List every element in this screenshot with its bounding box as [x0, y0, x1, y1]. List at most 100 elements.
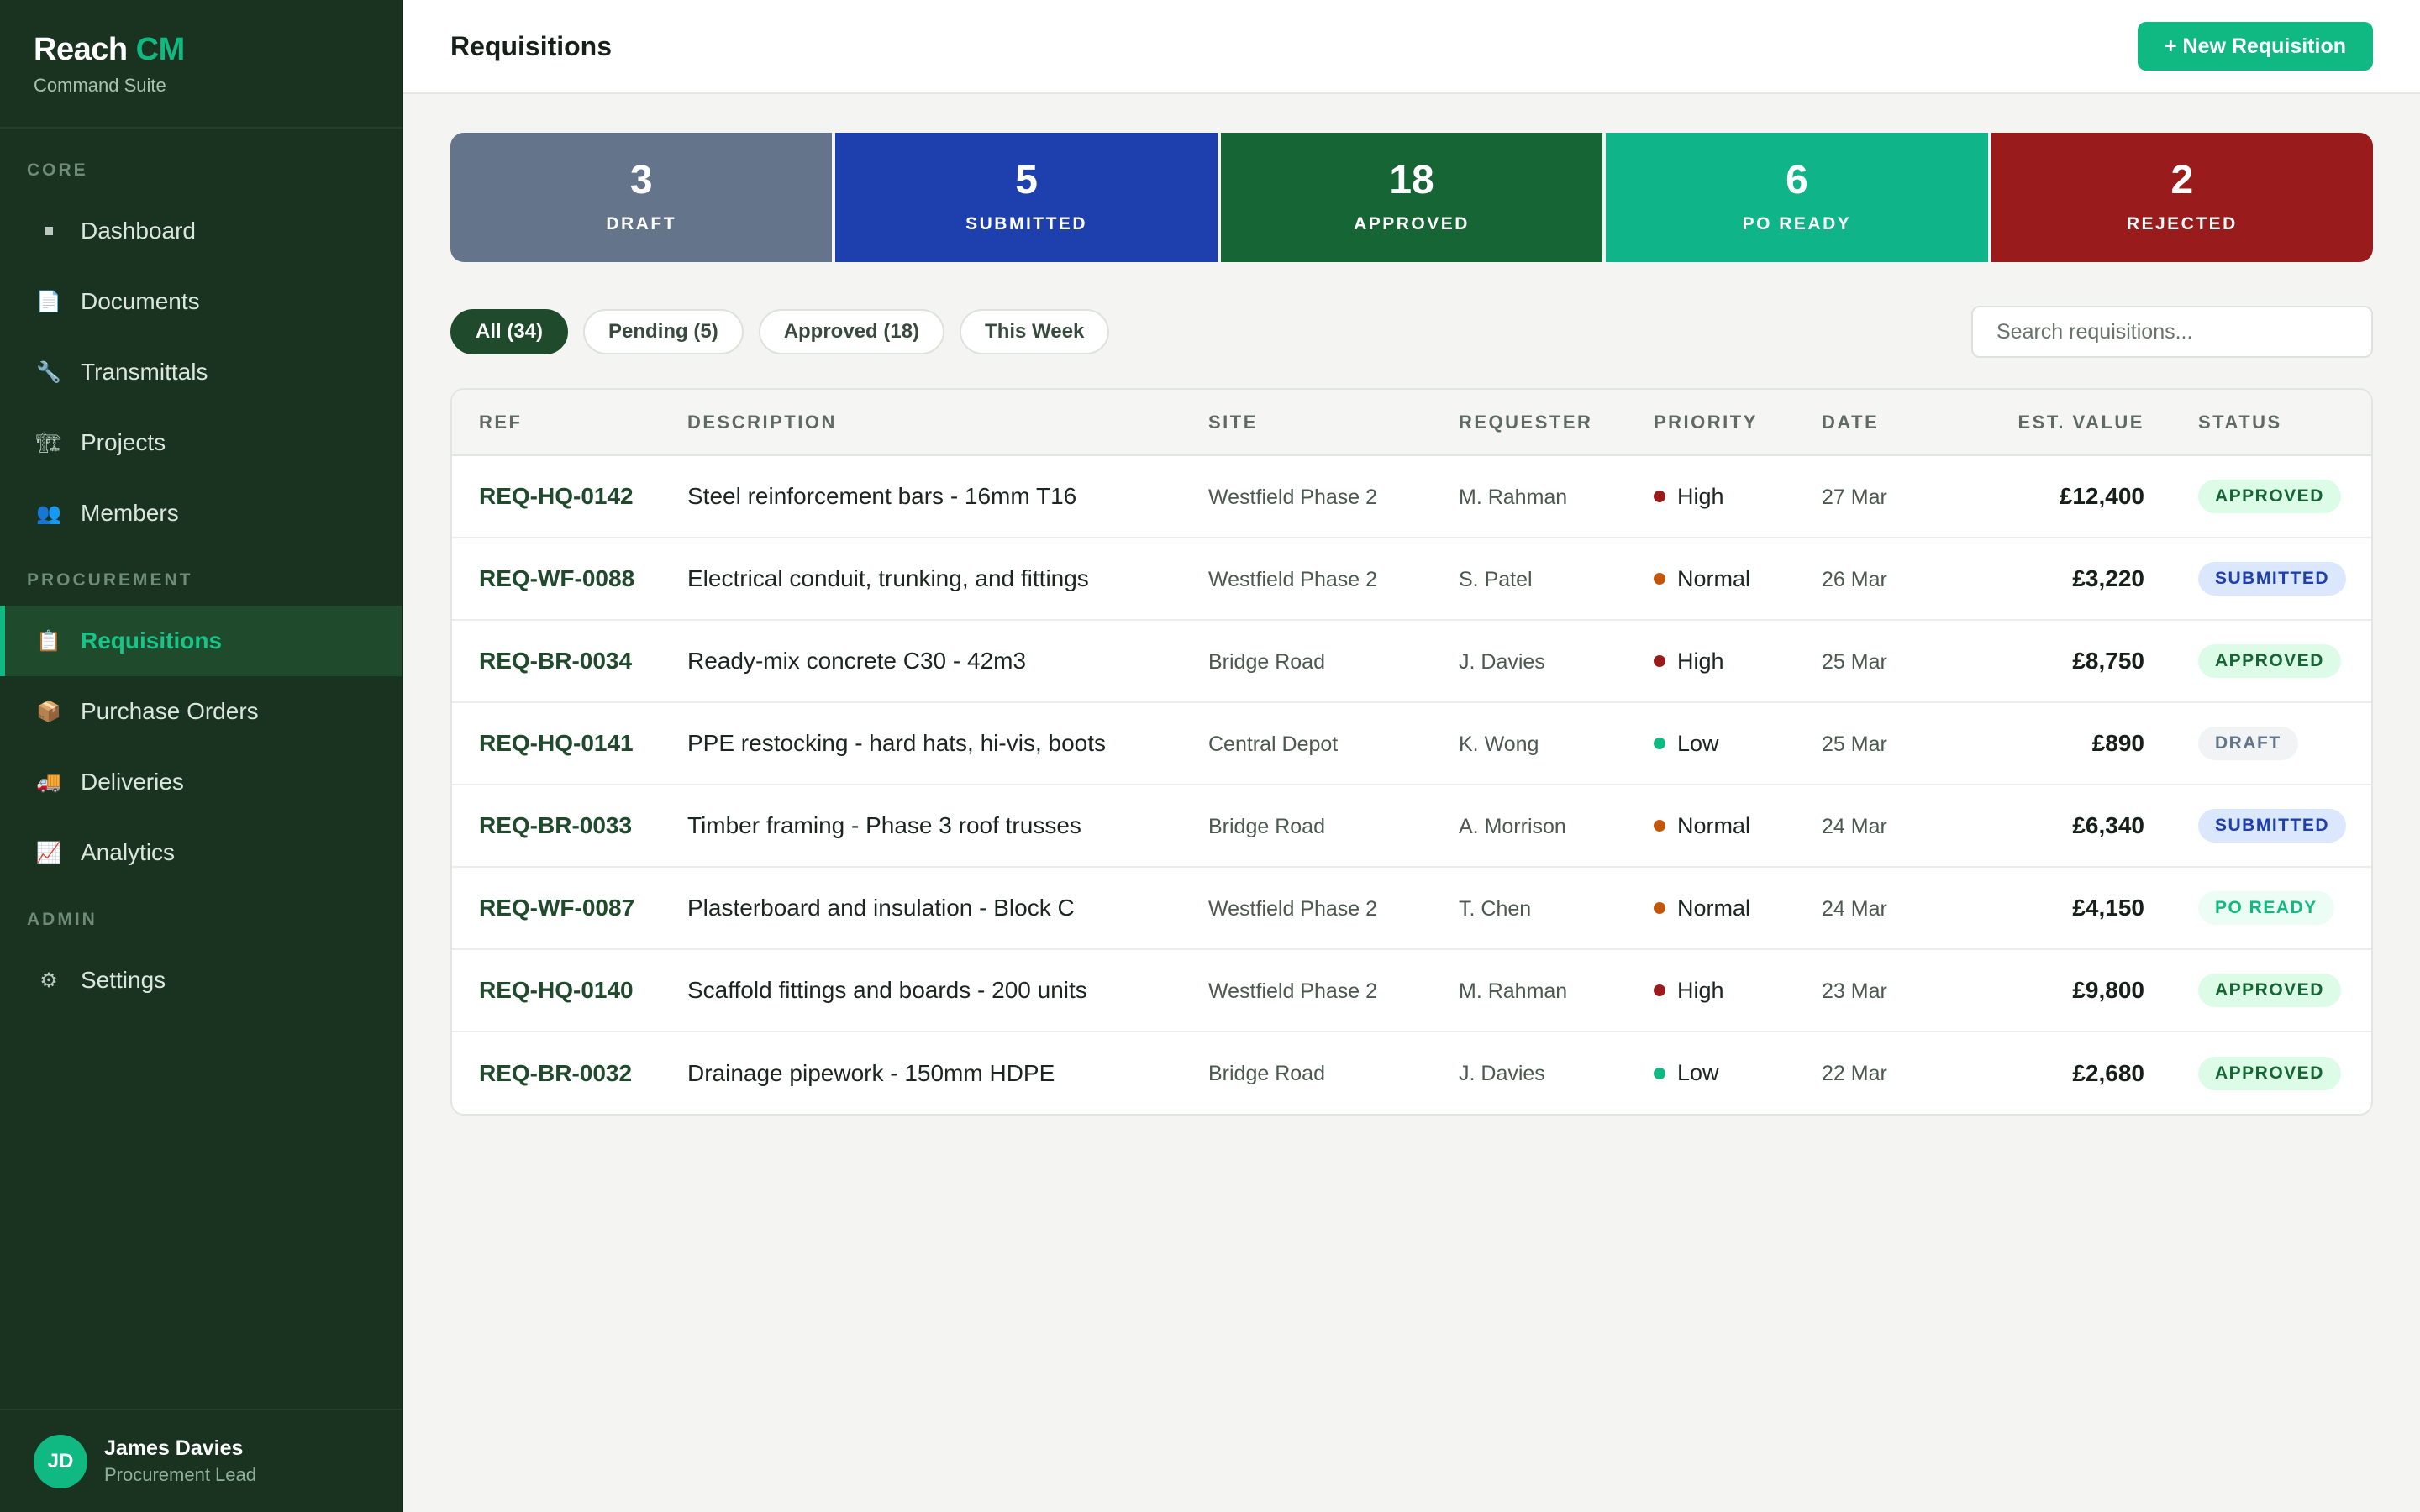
brand: Reach CM Command Suite: [0, 0, 402, 129]
cell-ref: REQ-HQ-0141: [452, 702, 687, 785]
status-badge: SUBMITTED: [2198, 562, 2346, 596]
stat-card-rejected[interactable]: 2 REJECTED: [1991, 133, 2373, 262]
sidebar-item-analytics[interactable]: 📈 Analytics: [0, 817, 402, 888]
filter-chip-approved[interactable]: Approved (18): [758, 309, 945, 354]
priority-indicator: Normal: [1654, 566, 1822, 592]
date-text: 24 Mar: [1822, 814, 1887, 838]
value-text: £4,150: [2072, 895, 2144, 921]
date-text: 25 Mar: [1822, 649, 1887, 674]
description-text: Scaffold fittings and boards - 200 units: [687, 977, 1087, 1003]
search-input[interactable]: [1971, 306, 2373, 358]
sidebar-item-transmittals[interactable]: 🔧 Transmittals: [0, 337, 402, 407]
priority-indicator: High: [1654, 978, 1822, 1004]
priority-indicator: Normal: [1654, 895, 1822, 921]
package-icon: 📦: [36, 700, 61, 723]
table-row[interactable]: REQ-HQ-0142 Steel reinforcement bars - 16…: [452, 455, 2371, 538]
requester-text: T. Chen: [1459, 896, 1532, 921]
wrench-icon: 🔧: [36, 360, 61, 384]
cell-est-value: £9,800: [1970, 949, 2144, 1032]
sidebar-item-dashboard[interactable]: Dashboard: [0, 196, 402, 266]
requisition-ref-link[interactable]: REQ-BR-0033: [479, 812, 632, 838]
stat-card-draft[interactable]: 3 DRAFT: [450, 133, 833, 262]
sidebar-item-purchase-orders[interactable]: 📦 Purchase Orders: [0, 676, 402, 747]
requisition-ref-link[interactable]: REQ-HQ-0140: [479, 977, 634, 1003]
value-text: £6,340: [2072, 812, 2144, 838]
sidebar-item-label: Projects: [81, 429, 166, 455]
cell-est-value: £3,220: [1970, 538, 2144, 621]
table-row[interactable]: REQ-BR-0034 Ready-mix concrete C30 - 42m3…: [452, 620, 2371, 703]
date-text: 24 Mar: [1822, 896, 1887, 921]
cell-status: SUBMITTED: [2144, 538, 2371, 621]
cell-priority: High: [1654, 949, 1822, 1032]
cell-priority: High: [1654, 455, 1822, 538]
sidebar-item-projects[interactable]: 🏗 Projects: [0, 407, 402, 478]
requisition-ref-link[interactable]: REQ-HQ-0142: [479, 483, 634, 509]
new-requisition-button[interactable]: + New Requisition: [2137, 22, 2373, 71]
clipboard-icon: 📋: [36, 629, 61, 653]
stat-card-po-ready[interactable]: 6 PO READY: [1606, 133, 1988, 262]
sidebar-item-deliveries[interactable]: 🚚 Deliveries: [0, 747, 402, 817]
cell-date: 23 Mar: [1822, 949, 1970, 1032]
requester-text: M. Rahman: [1459, 979, 1568, 1003]
sidebar-item-settings[interactable]: ⚙ Settings: [0, 945, 402, 1016]
site-text: Central Depot: [1208, 732, 1339, 756]
description-text: Ready-mix concrete C30 - 42m3: [687, 648, 1027, 674]
brand-name-accent: CM: [135, 32, 186, 67]
status-badge: DRAFT: [2198, 727, 2298, 760]
cell-requester: M. Rahman: [1459, 455, 1654, 538]
table-row[interactable]: REQ-BR-0033 Timber framing - Phase 3 roof…: [452, 785, 2371, 868]
sidebar-item-label: Analytics: [81, 839, 176, 865]
cell-est-value: £8,750: [1970, 620, 2144, 703]
status-summary: 3 DRAFT 5 SUBMITTED 18 APPROVED 6 PO READY 2 REJE…: [450, 133, 2373, 262]
column-header-date[interactable]: DATE: [1822, 390, 1970, 456]
table-row[interactable]: REQ-BR-0032 Drainage pipework - 150mm HDP…: [452, 1032, 2371, 1114]
column-header-description[interactable]: DESCRIPTION: [687, 390, 1208, 456]
cell-description: Plasterboard and insulation - Block C: [687, 867, 1208, 950]
stat-label: SUBMITTED: [965, 214, 1088, 234]
sidebar-item-documents[interactable]: 📄 Documents: [0, 266, 402, 337]
requisition-ref-link[interactable]: REQ-HQ-0141: [479, 730, 634, 756]
cell-requester: J. Davies: [1459, 1032, 1654, 1114]
filter-chip-this-week[interactable]: This Week: [960, 309, 1110, 354]
column-header-est-value[interactable]: EST. VALUE: [1970, 390, 2144, 456]
column-header-priority[interactable]: PRIORITY: [1654, 390, 1822, 456]
cell-status: APPROVED: [2144, 455, 2371, 538]
cell-est-value: £890: [1970, 702, 2144, 785]
table-row[interactable]: REQ-WF-0087 Plasterboard and insulation -…: [452, 867, 2371, 950]
requisition-ref-link[interactable]: REQ-WF-0087: [479, 895, 634, 921]
priority-text: High: [1677, 648, 1724, 674]
requisition-ref-link[interactable]: REQ-BR-0034: [479, 648, 632, 674]
column-header-site[interactable]: SITE: [1208, 390, 1459, 456]
user-profile[interactable]: JD James Davies Procurement Lead: [0, 1409, 402, 1512]
cell-ref: REQ-WF-0087: [452, 867, 687, 950]
filter-bar: All (34) Pending (5) Approved (18) This Wee…: [450, 306, 2373, 358]
stat-card-approved[interactable]: 18 APPROVED: [1220, 133, 1603, 262]
nav-section-title: CORE: [27, 160, 88, 180]
table-row[interactable]: REQ-WF-0088 Electrical conduit, trunking,…: [452, 538, 2371, 621]
sidebar-item-requisitions[interactable]: 📋 Requisitions: [0, 606, 402, 676]
table-row[interactable]: REQ-HQ-0140 Scaffold fittings and boards …: [452, 949, 2371, 1032]
nav-section: CORE Dashboard 📄 Documents 🔧 Transmittals 🏗 Pro…: [0, 129, 402, 549]
filter-chip-all[interactable]: All (34): [450, 309, 569, 354]
column-header-status[interactable]: STATUS: [2144, 390, 2371, 456]
cell-priority: Normal: [1654, 538, 1822, 621]
column-header-requester[interactable]: REQUESTER: [1459, 390, 1654, 456]
cell-ref: REQ-BR-0033: [452, 785, 687, 868]
square-shape: [45, 227, 53, 235]
priority-text: High: [1677, 977, 1724, 1003]
requisition-ref-link[interactable]: REQ-WF-0088: [479, 565, 634, 591]
nav-section-title: ADMIN: [27, 910, 97, 929]
sidebar-item-members[interactable]: 👥 Members: [0, 478, 402, 549]
priority-text: Normal: [1677, 812, 1751, 838]
cell-site: Bridge Road: [1208, 785, 1459, 868]
stat-card-submitted[interactable]: 5 SUBMITTED: [835, 133, 1218, 262]
cell-est-value: £6,340: [1970, 785, 2144, 868]
column-header-ref[interactable]: REF: [452, 390, 687, 456]
description-text: Steel reinforcement bars - 16mm T16: [687, 483, 1077, 509]
filter-chip-pending[interactable]: Pending (5): [583, 309, 744, 354]
cell-requester: K. Wong: [1459, 702, 1654, 785]
cell-ref: REQ-BR-0032: [452, 1032, 687, 1114]
requisition-ref-link[interactable]: REQ-BR-0032: [479, 1060, 632, 1086]
value-text: £12,400: [2059, 483, 2144, 509]
table-row[interactable]: REQ-HQ-0141 PPE restocking - hard hats, h…: [452, 702, 2371, 785]
